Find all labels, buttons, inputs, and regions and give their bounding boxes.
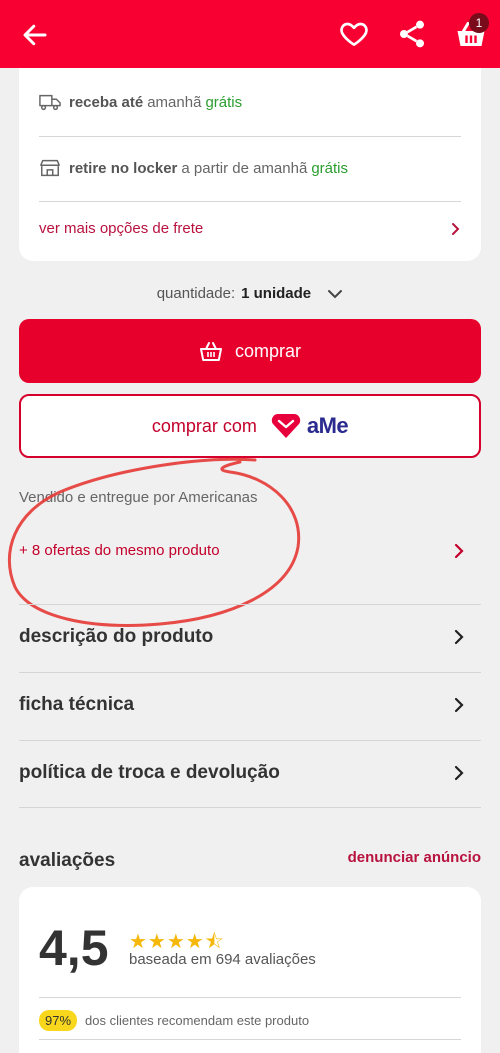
- menu-item-label: ficha técnica: [19, 694, 135, 715]
- locker-when: a partir de amanhã: [181, 159, 308, 177]
- menu-item-label: política de troca e devolução: [19, 762, 280, 783]
- buy-button-label: comprar: [234, 340, 301, 361]
- menu-item-return-policy[interactable]: política de troca e devolução: [19, 762, 464, 784]
- divider: [39, 201, 461, 202]
- delivery-label: receba até: [69, 93, 144, 111]
- hand-drawn-circle-annotation: [7, 457, 301, 627]
- rating-summary-card: 4,5 ★★★★⯪ baseada em 694 avaliações 97% …: [19, 887, 481, 1053]
- shipping-row-delivery: receba até amanhã grátis: [39, 92, 461, 112]
- delivery-when: amanhã: [147, 93, 202, 111]
- store-icon: [40, 159, 60, 177]
- menu-item-product-description[interactable]: descrição do produto: [19, 626, 464, 648]
- more-shipping-options-label: ver mais opções de frete: [39, 220, 204, 237]
- divider: [19, 807, 481, 808]
- divider: [39, 136, 461, 137]
- divider: [39, 1039, 461, 1040]
- ame-heart-icon: [271, 414, 301, 438]
- chevron-right-icon: [454, 697, 464, 713]
- shipping-row-locker: retire no locker a partir de amanhã grát…: [39, 158, 461, 178]
- share-icon[interactable]: [396, 18, 428, 50]
- cart-count-badge: 1: [469, 13, 489, 33]
- menu-item-tech-sheet[interactable]: ficha técnica: [19, 694, 464, 716]
- delivery-price: grátis: [205, 93, 243, 111]
- quantity-selector[interactable]: quantidade: 1 unidade: [0, 285, 500, 302]
- chevron-down-icon: [328, 290, 343, 299]
- quantity-label: quantidade:: [156, 285, 236, 302]
- divider: [19, 672, 481, 673]
- menu-item-label: descrição do produto: [19, 626, 214, 647]
- recommend-percent-badge: 97%: [39, 1010, 78, 1031]
- top-app-bar: 1: [0, 0, 500, 68]
- divider: [19, 604, 481, 605]
- locker-label: retire no locker: [69, 159, 178, 177]
- buy-button[interactable]: comprar: [19, 319, 481, 383]
- chevron-right-icon: [452, 222, 460, 235]
- chevron-right-icon: [454, 765, 464, 781]
- shipping-options-card: receba até amanhã grátis retire no locke…: [19, 68, 481, 261]
- ame-logo: aMe: [271, 413, 349, 439]
- recommendation-row: 97% dos clientes recomendam este produto: [39, 1010, 309, 1031]
- heart-icon[interactable]: [338, 18, 370, 50]
- chevron-right-icon: [454, 629, 464, 645]
- reviews-heading: avaliações: [19, 850, 116, 871]
- basket-icon: [199, 342, 222, 361]
- quantity-value: 1 unidade: [241, 285, 312, 302]
- buy-with-label: comprar com: [151, 415, 257, 436]
- ame-wordmark: aMe: [306, 413, 349, 438]
- recommend-text: dos clientes recomendam este produto: [85, 1013, 310, 1028]
- locker-price: grátis: [311, 159, 348, 177]
- divider: [39, 997, 461, 998]
- chevron-right-icon: [454, 543, 464, 558]
- rating-count: baseada em 694 avaliações: [129, 951, 316, 968]
- divider: [19, 740, 481, 741]
- arrow-left-icon[interactable]: [20, 20, 50, 50]
- rating-score: 4,5: [39, 920, 109, 976]
- more-shipping-options-link[interactable]: ver mais opções de frete: [39, 220, 461, 237]
- report-listing-link[interactable]: denunciar anúncio: [348, 849, 481, 866]
- buy-with-ame-button[interactable]: comprar com aMe: [19, 394, 481, 458]
- truck-icon: [39, 94, 61, 111]
